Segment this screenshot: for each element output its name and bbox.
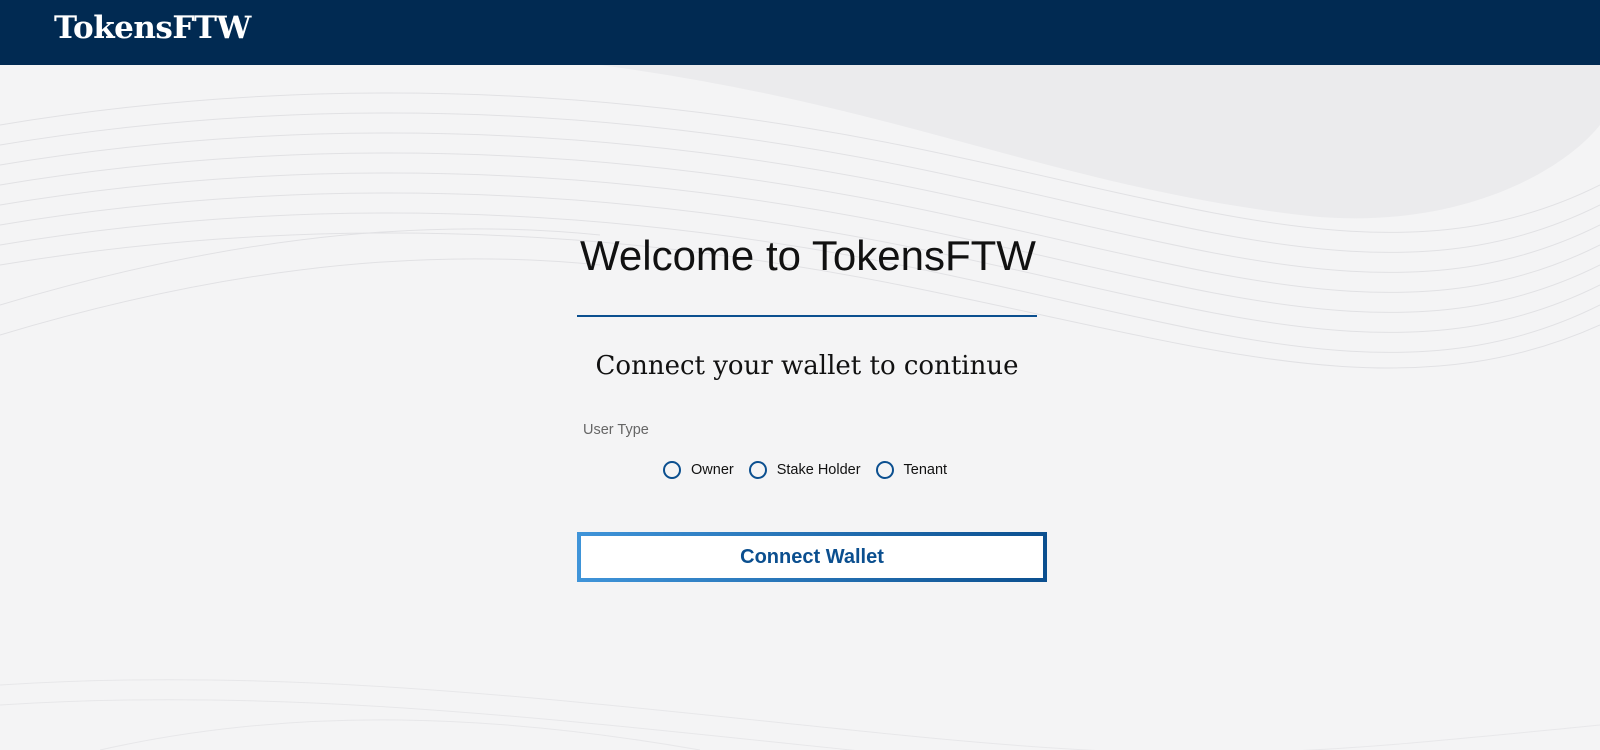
connect-wallet-label: Connect Wallet bbox=[740, 545, 884, 568]
top-navbar: TokensFTW bbox=[0, 0, 1600, 65]
user-type-label: User Type bbox=[583, 422, 649, 438]
page-title: Welcome to TokensFTW bbox=[580, 232, 1036, 279]
radio-label-owner[interactable]: Owner bbox=[691, 462, 734, 478]
radio-option-stake-holder[interactable]: Stake Holder bbox=[748, 461, 861, 479]
page-subtitle: Connect your wallet to continue bbox=[595, 351, 1019, 381]
title-divider bbox=[577, 315, 1037, 317]
radio-button-owner[interactable] bbox=[663, 461, 681, 479]
radio-option-owner[interactable]: Owner bbox=[663, 461, 734, 479]
radio-button-tenant[interactable] bbox=[875, 461, 894, 479]
radio-label-tenant[interactable]: Tenant bbox=[904, 462, 948, 478]
background-waves bbox=[0, 65, 1600, 750]
brand-logo[interactable]: TokensFTW bbox=[54, 10, 251, 46]
radio-button-stake-holder[interactable] bbox=[748, 461, 767, 479]
user-type-radio-group: Owner Stake Holder Tenant bbox=[663, 461, 962, 479]
radio-label-stake-holder[interactable]: Stake Holder bbox=[777, 462, 861, 478]
connect-wallet-button[interactable]: Connect Wallet bbox=[577, 532, 1047, 582]
radio-option-tenant[interactable]: Tenant bbox=[875, 461, 948, 479]
